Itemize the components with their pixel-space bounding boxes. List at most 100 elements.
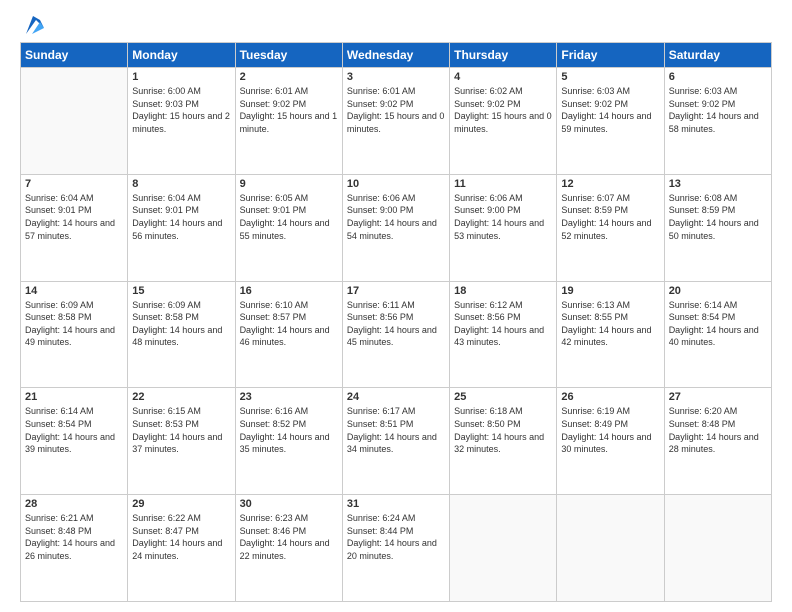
day-info: Sunrise: 6:10 AMSunset: 8:57 PMDaylight:…	[240, 299, 338, 349]
day-number: 15	[132, 285, 230, 297]
day-number: 27	[669, 391, 767, 403]
calendar-cell: 24 Sunrise: 6:17 AMSunset: 8:51 PMDayligh…	[342, 388, 449, 495]
calendar-cell	[557, 495, 664, 602]
calendar-cell: 13 Sunrise: 6:08 AMSunset: 8:59 PMDayligh…	[664, 174, 771, 281]
day-info: Sunrise: 6:04 AMSunset: 9:01 PMDaylight:…	[132, 192, 230, 242]
day-number: 19	[561, 285, 659, 297]
calendar-cell: 5Sunrise: 6:03 AMSunset: 9:02 PMDaylight…	[557, 68, 664, 175]
day-info: Sunrise: 6:18 AMSunset: 8:50 PMDaylight:…	[454, 405, 552, 455]
day-number: 18	[454, 285, 552, 297]
calendar-table: SundayMondayTuesdayWednesdayThursdayFrid…	[20, 42, 772, 602]
calendar-cell: 8 Sunrise: 6:04 AMSunset: 9:01 PMDaylight…	[128, 174, 235, 281]
calendar-cell: 12 Sunrise: 6:07 AMSunset: 8:59 PMDayligh…	[557, 174, 664, 281]
day-number: 17	[347, 285, 445, 297]
calendar-cell: 9 Sunrise: 6:05 AMSunset: 9:01 PMDaylight…	[235, 174, 342, 281]
calendar-cell: 10Sunrise: 6:06 AMSunset: 9:00 PMDayligh…	[342, 174, 449, 281]
calendar-cell: 11 Sunrise: 6:06 AMSunset: 9:00 PMDayligh…	[450, 174, 557, 281]
day-of-week-header: Saturday	[664, 43, 771, 68]
day-info: Sunrise: 6:19 AMSunset: 8:49 PMDaylight:…	[561, 405, 659, 455]
day-info: Sunrise: 6:21 AMSunset: 8:48 PMDaylight:…	[25, 512, 123, 562]
day-number: 11	[454, 178, 552, 190]
calendar-cell: 28Sunrise: 6:21 AMSunset: 8:48 PMDayligh…	[21, 495, 128, 602]
day-number: 9	[240, 178, 338, 190]
calendar-week-row: 28Sunrise: 6:21 AMSunset: 8:48 PMDayligh…	[21, 495, 772, 602]
day-info: Sunrise: 6:01 AMSunset: 9:02 PMDaylight:…	[240, 85, 338, 135]
logo-text	[20, 16, 44, 34]
day-info: Sunrise: 6:09 AMSunset: 8:58 PMDaylight:…	[132, 299, 230, 349]
calendar-cell: 1Sunrise: 6:00 AMSunset: 9:03 PMDaylight…	[128, 68, 235, 175]
day-number: 23	[240, 391, 338, 403]
day-info: Sunrise: 6:01 AMSunset: 9:02 PMDaylight:…	[347, 85, 445, 135]
day-info: Sunrise: 6:02 AMSunset: 9:02 PMDaylight:…	[454, 85, 552, 135]
day-info: Sunrise: 6:04 AMSunset: 9:01 PMDaylight:…	[25, 192, 123, 242]
calendar-cell: 17 Sunrise: 6:11 AMSunset: 8:56 PMDayligh…	[342, 281, 449, 388]
day-info: Sunrise: 6:09 AMSunset: 8:58 PMDaylight:…	[25, 299, 123, 349]
day-info: Sunrise: 6:24 AMSunset: 8:44 PMDaylight:…	[347, 512, 445, 562]
calendar-week-row: 21Sunrise: 6:14 AMSunset: 8:54 PMDayligh…	[21, 388, 772, 495]
day-number: 10	[347, 178, 445, 190]
calendar-cell: 23 Sunrise: 6:16 AMSunset: 8:52 PMDayligh…	[235, 388, 342, 495]
day-of-week-header: Tuesday	[235, 43, 342, 68]
logo-icon	[22, 16, 44, 34]
day-info: Sunrise: 6:08 AMSunset: 8:59 PMDaylight:…	[669, 192, 767, 242]
day-number: 14	[25, 285, 123, 297]
day-number: 8	[132, 178, 230, 190]
calendar-cell: 7 Sunrise: 6:04 AMSunset: 9:01 PMDaylight…	[21, 174, 128, 281]
calendar-cell: 30 Sunrise: 6:23 AMSunset: 8:46 PMDayligh…	[235, 495, 342, 602]
calendar-cell: 14 Sunrise: 6:09 AMSunset: 8:58 PMDayligh…	[21, 281, 128, 388]
day-number: 6	[669, 71, 767, 83]
day-number: 25	[454, 391, 552, 403]
calendar-cell: 16Sunrise: 6:10 AMSunset: 8:57 PMDayligh…	[235, 281, 342, 388]
calendar-cell: 21Sunrise: 6:14 AMSunset: 8:54 PMDayligh…	[21, 388, 128, 495]
day-info: Sunrise: 6:23 AMSunset: 8:46 PMDaylight:…	[240, 512, 338, 562]
calendar-cell: 3 Sunrise: 6:01 AMSunset: 9:02 PMDaylight…	[342, 68, 449, 175]
day-of-week-header: Friday	[557, 43, 664, 68]
day-info: Sunrise: 6:20 AMSunset: 8:48 PMDaylight:…	[669, 405, 767, 455]
day-info: Sunrise: 6:12 AMSunset: 8:56 PMDaylight:…	[454, 299, 552, 349]
day-number: 7	[25, 178, 123, 190]
header	[20, 16, 772, 34]
day-number: 1	[132, 71, 230, 83]
day-info: Sunrise: 6:17 AMSunset: 8:51 PMDaylight:…	[347, 405, 445, 455]
day-number: 12	[561, 178, 659, 190]
calendar-cell: 19 Sunrise: 6:13 AMSunset: 8:55 PMDayligh…	[557, 281, 664, 388]
calendar-cell: 31 Sunrise: 6:24 AMSunset: 8:44 PMDayligh…	[342, 495, 449, 602]
calendar-cell: 2 Sunrise: 6:01 AMSunset: 9:02 PMDaylight…	[235, 68, 342, 175]
calendar-cell: 26Sunrise: 6:19 AMSunset: 8:49 PMDayligh…	[557, 388, 664, 495]
day-info: Sunrise: 6:07 AMSunset: 8:59 PMDaylight:…	[561, 192, 659, 242]
calendar-cell: 18 Sunrise: 6:12 AMSunset: 8:56 PMDayligh…	[450, 281, 557, 388]
day-info: Sunrise: 6:15 AMSunset: 8:53 PMDaylight:…	[132, 405, 230, 455]
day-number: 22	[132, 391, 230, 403]
day-number: 29	[132, 498, 230, 510]
day-of-week-header: Sunday	[21, 43, 128, 68]
calendar-week-row: 1Sunrise: 6:00 AMSunset: 9:03 PMDaylight…	[21, 68, 772, 175]
calendar-cell: 27 Sunrise: 6:20 AMSunset: 8:48 PMDayligh…	[664, 388, 771, 495]
day-number: 13	[669, 178, 767, 190]
calendar-cell: 15 Sunrise: 6:09 AMSunset: 8:58 PMDayligh…	[128, 281, 235, 388]
logo	[20, 16, 44, 34]
day-of-week-header: Monday	[128, 43, 235, 68]
calendar-cell	[21, 68, 128, 175]
calendar-week-row: 14 Sunrise: 6:09 AMSunset: 8:58 PMDayligh…	[21, 281, 772, 388]
day-number: 20	[669, 285, 767, 297]
day-of-week-header: Wednesday	[342, 43, 449, 68]
day-info: Sunrise: 6:22 AMSunset: 8:47 PMDaylight:…	[132, 512, 230, 562]
day-info: Sunrise: 6:16 AMSunset: 8:52 PMDaylight:…	[240, 405, 338, 455]
calendar-cell: 25 Sunrise: 6:18 AMSunset: 8:50 PMDayligh…	[450, 388, 557, 495]
day-info: Sunrise: 6:03 AMSunset: 9:02 PMDaylight:…	[669, 85, 767, 135]
day-info: Sunrise: 6:03 AMSunset: 9:02 PMDaylight:…	[561, 85, 659, 135]
day-info: Sunrise: 6:06 AMSunset: 9:00 PMDaylight:…	[454, 192, 552, 242]
calendar-week-row: 7 Sunrise: 6:04 AMSunset: 9:01 PMDaylight…	[21, 174, 772, 281]
day-number: 2	[240, 71, 338, 83]
calendar-cell	[450, 495, 557, 602]
day-info: Sunrise: 6:05 AMSunset: 9:01 PMDaylight:…	[240, 192, 338, 242]
day-number: 24	[347, 391, 445, 403]
day-number: 21	[25, 391, 123, 403]
day-number: 31	[347, 498, 445, 510]
day-info: Sunrise: 6:11 AMSunset: 8:56 PMDaylight:…	[347, 299, 445, 349]
day-number: 4	[454, 71, 552, 83]
day-number: 30	[240, 498, 338, 510]
calendar-header-row: SundayMondayTuesdayWednesdayThursdayFrid…	[21, 43, 772, 68]
day-info: Sunrise: 6:13 AMSunset: 8:55 PMDaylight:…	[561, 299, 659, 349]
day-number: 3	[347, 71, 445, 83]
